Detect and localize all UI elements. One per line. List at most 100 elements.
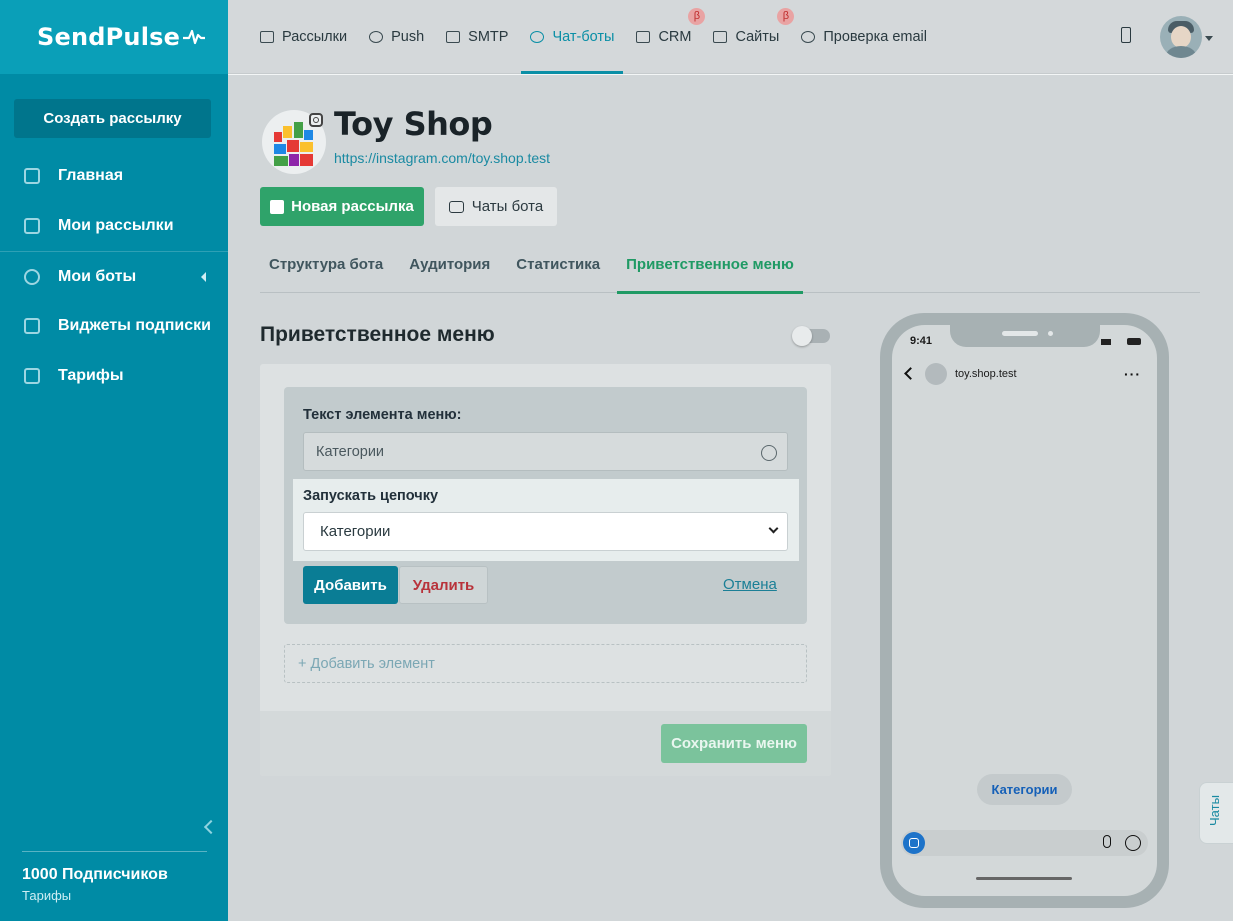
- instagram-icon: [309, 113, 323, 127]
- phone-notch: [950, 325, 1100, 347]
- brand-logo: SendPulse: [37, 23, 181, 51]
- topnav-email-verify[interactable]: Проверка email: [801, 0, 927, 74]
- chevron-down-icon[interactable]: [1205, 36, 1213, 41]
- add-button[interactable]: Добавить: [303, 566, 398, 604]
- topnav-label: SMTP: [468, 29, 509, 45]
- sites-icon: [713, 31, 728, 43]
- chats-side-tab[interactable]: Чаты: [1199, 782, 1233, 844]
- topnav-chatbots[interactable]: Чат-боты: [521, 0, 624, 74]
- topnav-label: Рассылки: [282, 29, 348, 45]
- sidebar-item-pricing[interactable]: Тарифы: [0, 351, 228, 401]
- section-title: Приветственное меню: [260, 323, 495, 346]
- topnav-label: Push: [391, 29, 425, 45]
- mail-icon: [260, 31, 274, 43]
- bot-profile-link[interactable]: https://instagram.com/toy.shop.test: [334, 150, 550, 166]
- divider: [22, 851, 207, 852]
- home-indicator: [976, 877, 1072, 880]
- chain-selector-block: Запускать цепочку Категории: [293, 479, 799, 561]
- top-nav: Рассылки Push SMTP Чат-боты CRM β Сайты …: [260, 0, 949, 74]
- menu-item-card: Текст элемента меню: Категории Запускать…: [284, 387, 807, 624]
- caret-left-icon: [201, 272, 206, 282]
- sidebar-item-widgets[interactable]: Виджеты подписки: [0, 301, 228, 351]
- tab-statistics[interactable]: Статистика: [507, 243, 609, 293]
- download-box-icon: [24, 318, 40, 334]
- topnav-smtp[interactable]: SMTP: [446, 0, 508, 74]
- delete-button[interactable]: Удалить: [399, 566, 488, 604]
- chat-avatar: [925, 363, 947, 385]
- status-icons: [1101, 338, 1141, 345]
- tab-audience[interactable]: Аудитория: [400, 243, 499, 293]
- phone-screen: 9:41 toy.shop.test ··· Категории: [892, 325, 1157, 896]
- item-text-input[interactable]: Категории: [303, 432, 788, 471]
- more-icon: ···: [1124, 366, 1141, 382]
- plan-link[interactable]: Тарифы: [22, 888, 71, 903]
- menu-editor-panel: Текст элемента меню: Категории Запускать…: [260, 364, 831, 776]
- topnav-email[interactable]: Рассылки: [260, 0, 347, 74]
- collapse-sidebar-icon[interactable]: [204, 820, 214, 834]
- cancel-link[interactable]: Отмена: [723, 576, 777, 593]
- battery-icon: [1127, 338, 1141, 345]
- beta-badge: β: [688, 8, 706, 25]
- globe-icon: [24, 268, 40, 285]
- topnav-label: Сайты: [735, 29, 780, 45]
- bot-tabs: Структура бота Аудитория Статистика Прив…: [260, 243, 1200, 294]
- sliders-icon: [24, 168, 40, 184]
- subscriber-count: 1000 Подписчиков: [22, 866, 168, 883]
- bot-chats-button[interactable]: Чаты бота: [435, 187, 557, 226]
- user-avatar[interactable]: [1160, 16, 1202, 58]
- tab-structure[interactable]: Структура бота: [260, 243, 392, 293]
- avatar-face: [1171, 26, 1191, 48]
- microphone-icon: [1103, 835, 1111, 848]
- phone-preview: 9:41 toy.shop.test ··· Категории: [880, 313, 1169, 908]
- input-value: Категории: [316, 443, 385, 460]
- logo-area[interactable]: SendPulse: [0, 0, 228, 74]
- code-icon: [446, 31, 461, 43]
- crm-icon: [636, 31, 651, 43]
- mobile-icon[interactable]: [1121, 27, 1131, 43]
- save-footer: Сохранить меню: [260, 711, 831, 776]
- topnav-crm[interactable]: CRM β: [636, 0, 706, 74]
- sidebar-item-home[interactable]: Главная: [0, 151, 228, 201]
- item-text-label: Текст элемента меню:: [303, 407, 462, 423]
- camera-icon: [903, 832, 925, 854]
- add-element-button[interactable]: + Добавить элемент: [284, 644, 807, 683]
- check-circle-icon: [801, 31, 816, 43]
- chain-label: Запускать цепочку: [303, 488, 439, 504]
- sidebar-item-label: Тарифы: [58, 367, 124, 384]
- sidebar-item-bots[interactable]: Мои боты: [0, 251, 228, 301]
- chevron-down-icon: [768, 523, 779, 534]
- quick-reply-button: Категории: [977, 774, 1072, 805]
- sidebar-item-label: Мои боты: [58, 267, 137, 285]
- status-time: 9:41: [910, 335, 933, 347]
- sidebar-item-campaigns[interactable]: Мои рассылки: [0, 201, 228, 251]
- chats-tab-label: Чаты: [1207, 795, 1222, 826]
- new-campaign-button[interactable]: Новая рассылка: [260, 187, 424, 226]
- tab-welcome-menu[interactable]: Приветственное меню: [617, 243, 803, 294]
- bot-name: Toy Shop: [334, 105, 493, 143]
- emoji-icon: [1125, 835, 1141, 851]
- wallet-icon: [24, 368, 40, 384]
- create-campaign-button[interactable]: Создать рассылку: [14, 99, 211, 138]
- message-composer: [901, 830, 1148, 856]
- sidebar-item-label: Виджеты подписки: [58, 317, 211, 334]
- emoji-icon[interactable]: [761, 445, 777, 461]
- signal-icon: [1101, 339, 1111, 345]
- bell-icon: [369, 31, 384, 43]
- topnav-push[interactable]: Push: [369, 0, 424, 74]
- button-label: Новая рассылка: [291, 198, 414, 215]
- back-icon: [904, 367, 917, 380]
- chatbot-icon: [530, 31, 545, 43]
- beta-badge: β: [777, 8, 795, 25]
- topnav-label: CRM: [658, 29, 692, 45]
- sidebar-nav: Главная Мои рассылки Мои боты Виджеты по…: [0, 151, 228, 401]
- button-label: Чаты бота: [471, 198, 544, 215]
- topnav-label: Проверка email: [823, 29, 927, 45]
- chat-name: toy.shop.test: [955, 368, 1017, 380]
- save-menu-button[interactable]: Сохранить меню: [661, 724, 807, 763]
- chain-select[interactable]: Категории: [303, 512, 788, 551]
- welcome-menu-toggle[interactable]: [792, 326, 830, 346]
- topnav-sites[interactable]: Сайты β: [713, 0, 795, 74]
- pulse-icon: [183, 29, 206, 45]
- sidebar-item-label: Главная: [58, 167, 124, 184]
- select-value: Категории: [320, 523, 391, 540]
